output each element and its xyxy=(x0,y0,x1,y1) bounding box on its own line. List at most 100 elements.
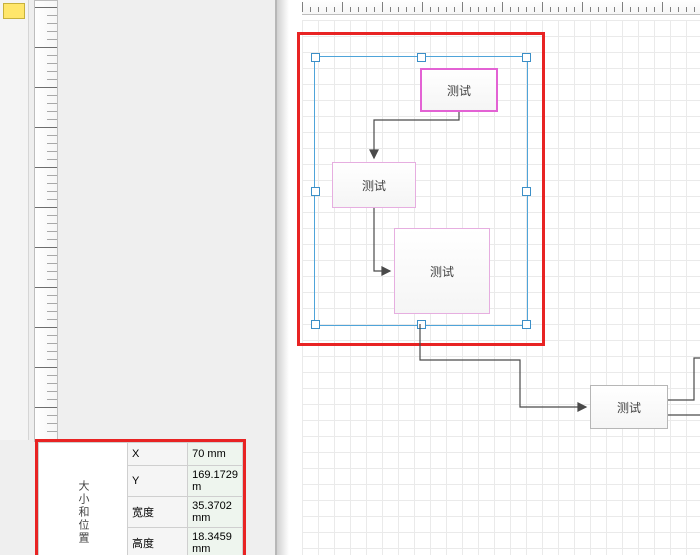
ruler-tick xyxy=(366,7,367,12)
ruler-tick xyxy=(342,2,343,12)
ruler-tick xyxy=(47,351,57,352)
flow-node-5[interactable]: 测试 xyxy=(590,385,668,429)
ruler-tick xyxy=(47,95,57,96)
vertical-ruler[interactable] xyxy=(34,0,58,442)
ruler-tick xyxy=(47,335,57,336)
ruler-tick xyxy=(47,279,57,280)
flow-node-3[interactable]: 测试 xyxy=(394,228,490,314)
ruler-tick xyxy=(662,2,663,12)
prop-label-y: Y xyxy=(128,466,188,497)
ruler-tick xyxy=(526,7,527,12)
ruler-tick xyxy=(47,215,57,216)
prop-value-y[interactable]: 169.1729 m xyxy=(188,466,243,497)
ruler-tick xyxy=(47,391,57,392)
ruler-tick xyxy=(622,2,623,12)
ruler-tick xyxy=(566,7,567,12)
grid-area[interactable]: 测试 测试 测试 测试 xyxy=(302,20,700,555)
handle-ne[interactable] xyxy=(522,53,531,62)
ruler-tick xyxy=(454,7,455,12)
prop-value-x[interactable]: 70 mm xyxy=(188,443,243,466)
ruler-tick xyxy=(694,7,695,12)
handle-se[interactable] xyxy=(522,320,531,329)
horizontal-ruler[interactable] xyxy=(302,0,700,15)
ruler-tick xyxy=(606,7,607,12)
ruler-tick xyxy=(326,7,327,12)
ruler-tick xyxy=(47,375,57,376)
handle-sw[interactable] xyxy=(311,320,320,329)
ruler-tick xyxy=(558,7,559,12)
ruler-tick xyxy=(550,7,551,12)
flow-node-1[interactable]: 测试 xyxy=(420,68,498,112)
ruler-tick xyxy=(47,159,57,160)
ruler-tick xyxy=(47,39,57,40)
ruler-tick xyxy=(590,7,591,12)
ruler-tick xyxy=(398,7,399,12)
ruler-tick xyxy=(47,239,57,240)
ruler-tick xyxy=(35,207,57,208)
ruler-tick xyxy=(47,423,57,424)
prop-value-height[interactable]: 18.3459 mm xyxy=(188,528,243,555)
ruler-tick xyxy=(47,79,57,80)
ruler-tick xyxy=(47,15,57,16)
ruler-tick xyxy=(47,183,57,184)
handle-w[interactable] xyxy=(311,187,320,196)
handle-e[interactable] xyxy=(522,187,531,196)
ruler-tick xyxy=(598,7,599,12)
ruler-tick xyxy=(422,2,423,12)
ruler-tick xyxy=(462,2,463,12)
ruler-tick xyxy=(47,111,57,112)
ruler-tick xyxy=(35,367,57,368)
ruler-tick xyxy=(47,415,57,416)
ruler-tick xyxy=(614,7,615,12)
ruler-tick xyxy=(47,319,57,320)
prop-value-width[interactable]: 35.3702 mm xyxy=(188,497,243,528)
ruler-tick xyxy=(638,7,639,12)
ruler-tick xyxy=(47,303,57,304)
ruler-tick xyxy=(374,7,375,12)
drawing-canvas[interactable]: 测试 测试 测试 测试 xyxy=(275,0,700,555)
ruler-tick xyxy=(47,431,57,432)
ruler-tick xyxy=(47,23,57,24)
flow-node-2[interactable]: 测试 xyxy=(332,162,416,208)
ruler-tick xyxy=(510,7,511,12)
ruler-tick xyxy=(47,103,57,104)
ruler-tick xyxy=(686,7,687,12)
tool-tag-icon[interactable] xyxy=(3,3,25,19)
ruler-tick xyxy=(670,7,671,12)
ruler-tick xyxy=(318,7,319,12)
prop-label-width: 宽度 xyxy=(128,497,188,528)
handle-n[interactable] xyxy=(417,53,426,62)
node-label: 测试 xyxy=(430,263,454,280)
ruler-tick xyxy=(35,87,57,88)
ruler-tick xyxy=(47,263,57,264)
ruler-tick xyxy=(494,7,495,12)
ruler-tick xyxy=(47,399,57,400)
ruler-tick xyxy=(47,31,57,32)
ruler-tick xyxy=(486,7,487,12)
ruler-tick xyxy=(47,359,57,360)
ruler-tick xyxy=(47,135,57,136)
handle-nw[interactable] xyxy=(311,53,320,62)
ruler-tick xyxy=(47,311,57,312)
handle-s[interactable] xyxy=(417,320,426,329)
ruler-tick xyxy=(47,71,57,72)
ruler-tick xyxy=(654,7,655,12)
ruler-tick xyxy=(35,247,57,248)
ruler-tick xyxy=(542,2,543,12)
ruler-tick xyxy=(47,271,57,272)
ruler-tick xyxy=(35,287,57,288)
ruler-tick xyxy=(358,7,359,12)
ruler-tick xyxy=(310,7,311,12)
tool-column xyxy=(0,0,29,440)
ruler-tick xyxy=(574,7,575,12)
ruler-tick xyxy=(47,55,57,56)
ruler-tick xyxy=(47,255,57,256)
ruler-tick xyxy=(47,199,57,200)
canvas-left-shadow xyxy=(277,0,289,555)
ruler-tick xyxy=(406,7,407,12)
node-label: 测试 xyxy=(362,177,386,194)
ruler-tick xyxy=(35,127,57,128)
ruler-tick xyxy=(446,7,447,12)
node-label: 测试 xyxy=(617,399,641,416)
ruler-tick xyxy=(502,2,503,12)
